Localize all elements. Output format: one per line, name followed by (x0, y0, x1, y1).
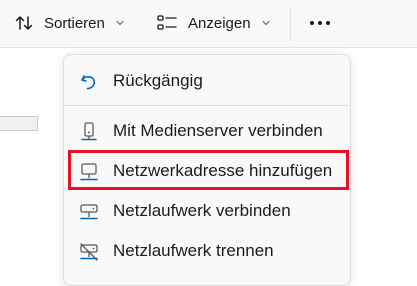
view-button[interactable]: Anzeigen (156, 8, 271, 38)
menu-item-label: Mit Medienserver verbinden (113, 121, 323, 140)
background-item-fragment (0, 116, 38, 131)
command-bar: Sortieren Anzeigen (0, 0, 417, 48)
sort-arrows-icon (14, 13, 34, 33)
menu-divider (64, 105, 350, 106)
map-network-drive-icon (78, 201, 100, 223)
sort-label: Sortieren (44, 14, 105, 32)
view-label: Anzeigen (188, 14, 251, 32)
view-list-icon (156, 13, 178, 33)
undo-icon (78, 71, 100, 93)
chevron-down-icon (115, 18, 125, 28)
menu-item-label: Rückgängig (113, 71, 203, 90)
menu-item-label: Netzlaufwerk verbinden (113, 201, 291, 220)
menu-item-map-network-drive[interactable]: Netzlaufwerk verbinden (64, 192, 350, 230)
menu-item-media-server[interactable]: Mit Medienserver verbinden (64, 112, 350, 150)
media-server-icon (78, 121, 100, 143)
chevron-down-icon (261, 18, 271, 28)
more-ellipsis-icon (308, 14, 332, 32)
sort-button[interactable]: Sortieren (14, 8, 125, 38)
menu-item-undo[interactable]: Rückgängig (64, 62, 350, 100)
menu-item-label: Netzlaufwerk trennen (113, 241, 274, 260)
highlight-box (68, 150, 349, 190)
toolbar-separator (290, 6, 291, 41)
menu-item-disconnect-network-drive[interactable]: Netzlaufwerk trennen (64, 232, 350, 270)
more-options-button[interactable] (300, 8, 340, 38)
disconnect-network-drive-icon (78, 241, 100, 263)
